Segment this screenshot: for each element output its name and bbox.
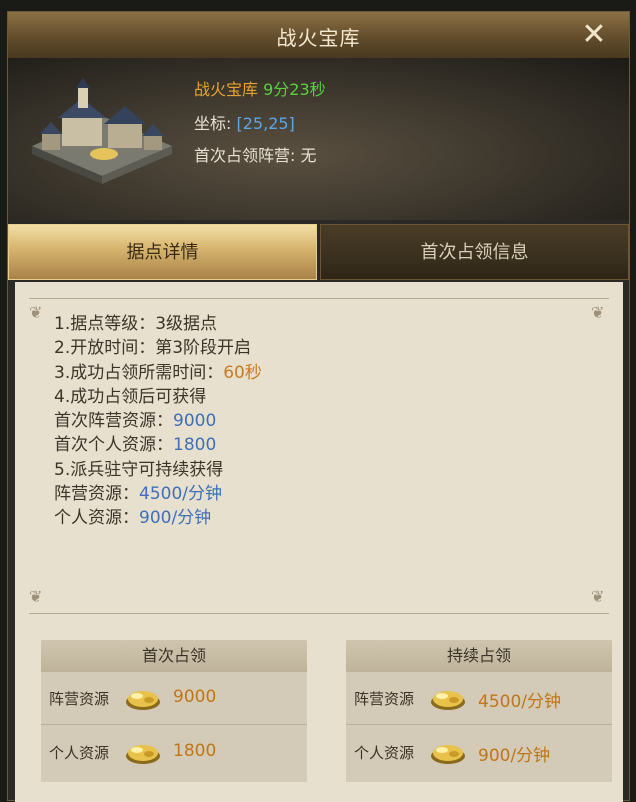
corner-ornament-icon: ❦ bbox=[591, 587, 605, 606]
detail-line: 3.成功占领所需时间：60秒 bbox=[54, 362, 262, 383]
countdown-timer: 9分23秒 bbox=[263, 80, 326, 99]
details-list: 1.据点等级：3级据点 2.开放时间：第3阶段开启 3.成功占领所需时间：60秒… bbox=[54, 312, 262, 531]
detail-line: 首次个人资源：1800 bbox=[54, 435, 217, 456]
gold-icon bbox=[431, 691, 465, 710]
detail-line: 首次阵营资源：9000 bbox=[54, 411, 217, 432]
title-bar: 战火宝库 ✕ bbox=[8, 12, 629, 59]
stronghold-info: 战火宝库 9分23秒 坐标: [25,25] 首次占领阵营: 无 bbox=[8, 58, 629, 220]
corner-ornament-icon: ❦ bbox=[29, 587, 43, 606]
corner-ornament-icon: ❦ bbox=[591, 303, 605, 322]
treasury-building-icon bbox=[32, 78, 172, 184]
coordinate-value[interactable]: [25,25] bbox=[237, 114, 295, 133]
continuous-capture-box: 持续占领 阵营资源 4500/分钟 个人资源 900/分钟 bbox=[346, 640, 612, 782]
tab-stronghold-details[interactable]: 据点详情 bbox=[8, 224, 317, 280]
continuous-capture-title: 持续占领 bbox=[346, 640, 612, 672]
first-faction-line: 首次占领阵营: 无 bbox=[194, 142, 317, 166]
corner-ornament-icon: ❦ bbox=[29, 303, 43, 322]
tab-bar: 据点详情 首次占领信息 bbox=[8, 224, 629, 282]
tab-first-capture-info[interactable]: 首次占领信息 bbox=[320, 224, 629, 280]
coordinate-line: 坐标: [25,25] bbox=[194, 110, 295, 134]
coordinate-label: 坐标: bbox=[194, 114, 232, 133]
first-faction-label: 首次占领阵营: bbox=[194, 146, 296, 165]
reward-row: 个人资源 1800 bbox=[41, 728, 307, 778]
first-capture-box: 首次占领 阵营资源 9000 个人资源 1800 bbox=[41, 640, 307, 782]
stronghold-name-line: 战火宝库 9分23秒 bbox=[194, 76, 326, 100]
gold-icon bbox=[431, 745, 465, 764]
close-button[interactable]: ✕ bbox=[577, 18, 611, 52]
reward-row: 个人资源 900/分钟 bbox=[346, 728, 612, 778]
detail-line: 1.据点等级：3级据点 bbox=[54, 314, 218, 334]
stronghold-name: 战火宝库 bbox=[194, 80, 259, 99]
detail-line: 5.派兵驻守可持续获得 bbox=[54, 459, 224, 480]
detail-line: 个人资源：900/分钟 bbox=[54, 508, 212, 529]
close-icon: ✕ bbox=[581, 17, 607, 52]
treasury-dialog: 战火宝库 ✕ 战火宝库 9分23秒 坐标: [25,25] 首次占领阵营: 无 … bbox=[7, 11, 630, 802]
reward-row: 阵营资源 4500/分钟 bbox=[346, 674, 612, 725]
reward-row: 阵营资源 9000 bbox=[41, 674, 307, 725]
detail-line: 阵营资源：4500/分钟 bbox=[54, 484, 222, 505]
first-faction-value: 无 bbox=[300, 146, 317, 165]
gold-icon bbox=[126, 691, 160, 710]
detail-line: 4.成功占领后可获得 bbox=[54, 386, 207, 407]
details-panel: ❦ ❦ ❦ ❦ 1.据点等级：3级据点 2.开放时间：第3阶段开启 3.成功占领… bbox=[15, 282, 623, 802]
detail-line: 2.开放时间：第3阶段开启 bbox=[54, 338, 252, 359]
first-capture-title: 首次占领 bbox=[41, 640, 307, 672]
gold-icon bbox=[126, 745, 160, 764]
dialog-title: 战火宝库 bbox=[276, 26, 361, 50]
